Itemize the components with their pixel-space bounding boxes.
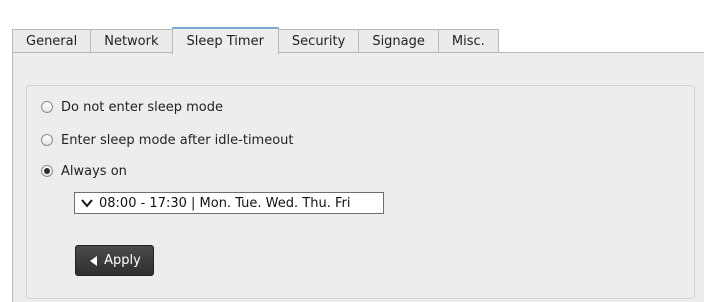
radio-idle-timeout[interactable] — [41, 134, 53, 146]
apply-button[interactable]: Apply — [75, 245, 154, 276]
settings-window: General Network Sleep Timer Security Sig… — [0, 0, 704, 302]
tab-bar: General Network Sleep Timer Security Sig… — [12, 26, 499, 54]
tab-network[interactable]: Network — [90, 29, 172, 53]
option-always-on[interactable]: Always on — [41, 162, 127, 180]
radio-always-on[interactable] — [41, 165, 53, 177]
tab-misc[interactable]: Misc. — [437, 29, 499, 53]
tab-signage[interactable]: Signage — [358, 29, 438, 53]
chevron-down-icon — [81, 199, 93, 208]
option-no-sleep[interactable]: Do not enter sleep mode — [41, 98, 223, 116]
option-idle-timeout[interactable]: Enter sleep mode after idle-timeout — [41, 131, 294, 149]
sleep-timer-panel: Do not enter sleep mode Enter sleep mode… — [12, 52, 704, 302]
schedule-dropdown[interactable]: 08:00 - 17:30 | Mon. Tue. Wed. Thu. Fri — [74, 192, 384, 214]
tab-sleep-timer[interactable]: Sleep Timer — [171, 27, 279, 54]
option-idle-timeout-label: Enter sleep mode after idle-timeout — [61, 132, 294, 148]
schedule-value: 08:00 - 17:30 | Mon. Tue. Wed. Thu. Fri — [99, 195, 351, 211]
tab-security[interactable]: Security — [278, 29, 359, 53]
option-always-on-label: Always on — [61, 163, 127, 179]
radio-no-sleep[interactable] — [41, 101, 53, 113]
option-no-sleep-label: Do not enter sleep mode — [61, 99, 223, 115]
apply-button-label: Apply — [104, 253, 141, 268]
chevron-left-icon — [90, 255, 98, 266]
tab-general[interactable]: General — [12, 29, 91, 53]
